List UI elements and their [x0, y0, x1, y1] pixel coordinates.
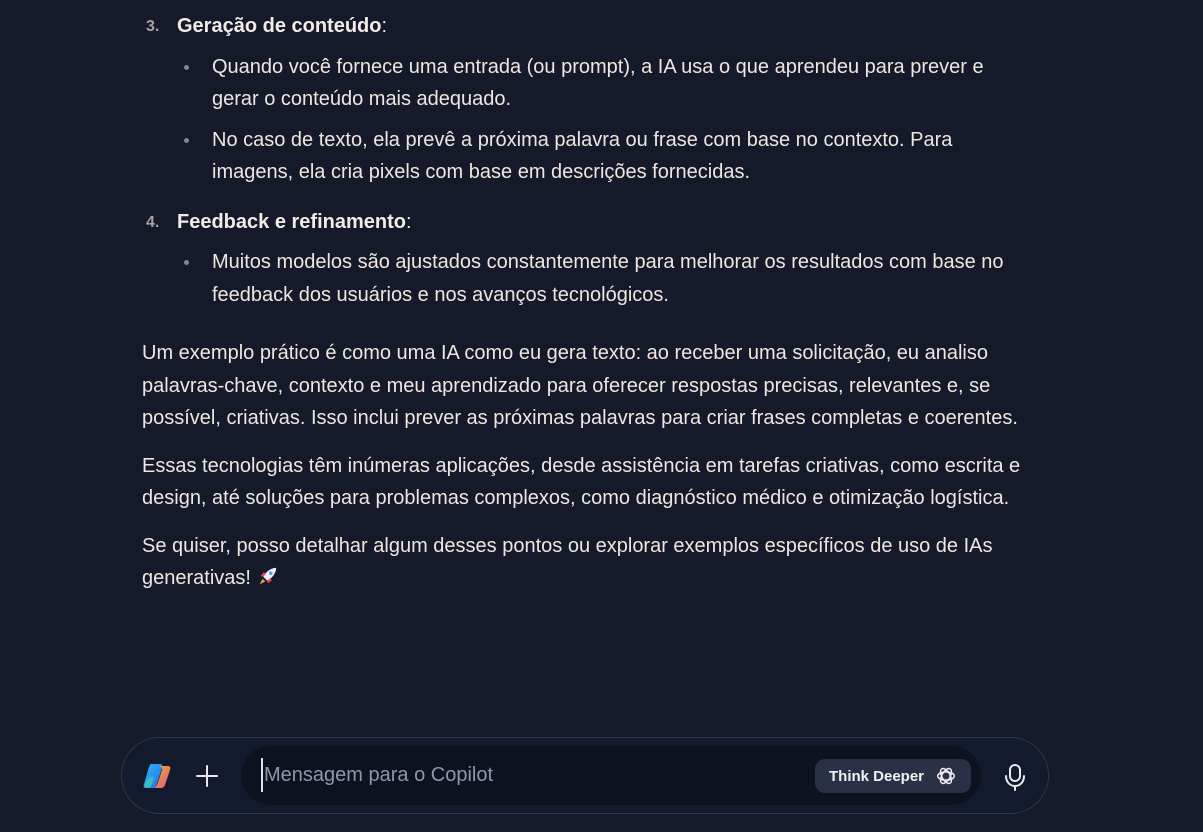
rocket-icon	[257, 565, 279, 587]
paragraph: Um exemplo prático é como uma IA como eu…	[142, 342, 1018, 429]
paragraph: Essas tecnologias têm inúmeras aplicaçõe…	[142, 454, 1021, 510]
message-input[interactable]	[261, 758, 794, 792]
assistant-message: 3. Geração de conteúdo: Quando você forn…	[142, 0, 1022, 610]
microphone-icon	[1005, 764, 1025, 791]
step-item: 3. Geração de conteúdo: Quando você forn…	[142, 10, 1022, 189]
step-title-suffix: :	[381, 15, 388, 37]
add-attachment-button[interactable]	[192, 759, 222, 793]
step-title-suffix: :	[405, 210, 412, 233]
think-deeper-button[interactable]: Think Deeper	[815, 759, 971, 793]
bullet-list: Muitos modelos são ajustados constanteme…	[177, 246, 1022, 311]
paragraph: Se quiser, posso detalhar algum desses p…	[142, 530, 1022, 595]
message-composer: Think Deeper	[121, 737, 1049, 814]
plus-icon	[196, 765, 218, 787]
step-item: 4. Feedback e refinamento: Muitos modelo…	[142, 206, 1022, 312]
step-number: 3.	[146, 18, 160, 35]
step-title: Geração de conteúdo	[177, 15, 382, 37]
steps-list: 3. Geração de conteúdo: Quando você forn…	[142, 10, 1022, 311]
think-deeper-icon	[935, 765, 957, 787]
list-item: Quando você fornece uma entrada (ou prom…	[177, 51, 1022, 116]
message-input-wrapper: Think Deeper	[241, 746, 981, 805]
list-item: Muitos modelos são ajustados constanteme…	[177, 246, 1022, 311]
think-deeper-label: Think Deeper	[829, 767, 925, 785]
chat-page: 3. Geração de conteúdo: Quando você forn…	[0, 0, 1203, 832]
microphone-button[interactable]	[1002, 762, 1032, 792]
step-number: 4.	[146, 213, 160, 231]
bullet-list: Quando você fornece uma entrada (ou prom…	[177, 51, 1022, 189]
list-item: No caso de texto, ela prevê a próxima pa…	[177, 124, 1022, 189]
step-title: Feedback e refinamento	[177, 210, 406, 233]
copilot-logo-icon[interactable]	[142, 762, 172, 790]
